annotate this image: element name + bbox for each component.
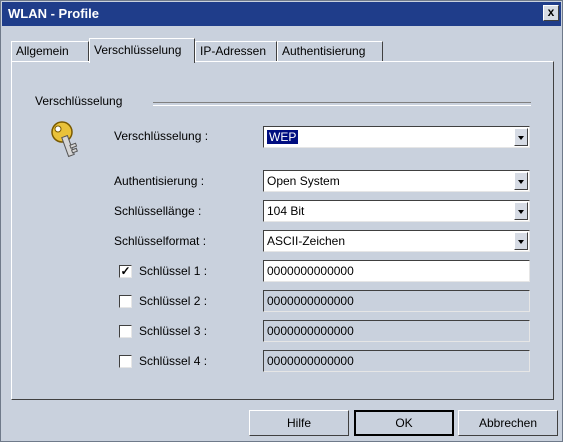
chevron-down-icon[interactable] [514,172,528,190]
key-4-checkbox[interactable] [119,355,132,368]
encryption-select[interactable]: WEP [263,126,530,148]
help-button-label: Hilfe [286,416,311,430]
tab-label: Allgemein [16,44,69,58]
ok-button[interactable]: OK [354,410,454,436]
key-format-value: ASCII-Zeichen [267,234,346,248]
key-4-label: Schlüssel 4 : [139,354,208,368]
key-icon [51,121,78,158]
key-format-label: Schlüsselformat : [114,234,207,248]
key-2-input: 0000000000000 [263,290,530,312]
key-3-label: Schlüssel 3 : [139,324,208,338]
key-3-value: 0000000000000 [267,324,354,338]
tab-verschluesselung[interactable]: Verschlüsselung [89,38,195,63]
tab-label: IP-Adressen [200,44,267,58]
chevron-down-icon[interactable] [514,232,528,250]
key-2-label: Schlüssel 2 : [139,294,208,308]
close-button[interactable]: x [543,5,559,21]
key-2-value: 0000000000000 [267,294,354,308]
key-length-value: 104 Bit [267,204,305,218]
encryption-label: Verschlüsselung : [114,129,209,143]
checkmark-icon: ✓ [120,264,131,278]
group-title: Verschlüsselung [35,94,123,108]
tab-ip-adressen[interactable]: IP-Adressen [195,41,277,61]
group-divider [153,102,531,106]
ok-button-label: OK [395,416,413,430]
cancel-button[interactable]: Abbrechen [458,410,558,436]
key-1-value: 0000000000000 [267,264,354,278]
authentication-select[interactable]: Open System [263,170,530,192]
authentication-value: Open System [267,174,340,188]
key-format-select[interactable]: ASCII-Zeichen [263,230,530,252]
chevron-down-icon[interactable] [514,202,528,220]
close-icon: x [547,5,555,19]
encryption-value: WEP [267,130,299,144]
chevron-down-icon[interactable] [514,128,528,146]
key-1-checkbox[interactable]: ✓ [119,265,132,278]
key-1-input[interactable]: 0000000000000 [263,260,530,282]
tab-allgemein[interactable]: Allgemein [11,41,89,61]
tab-label: Verschlüsselung [94,43,182,57]
key-length-select[interactable]: 104 Bit [263,200,530,222]
authentication-label: Authentisierung : [114,174,205,188]
key-3-input: 0000000000000 [263,320,530,342]
tab-authentisierung[interactable]: Authentisierung [277,41,383,61]
tab-label: Authentisierung [282,44,366,58]
key-length-label: Schlüssellänge : [114,204,202,218]
cancel-button-label: Abbrechen [478,416,538,430]
key-4-input: 0000000000000 [263,350,530,372]
key-3-checkbox[interactable] [119,325,132,338]
key-2-checkbox[interactable] [119,295,132,308]
window-title: WLAN - Profile [8,6,99,21]
title-bar[interactable]: WLAN - Profile x [2,2,561,26]
help-button[interactable]: Hilfe [249,410,349,436]
key-4-value: 0000000000000 [267,354,354,368]
key-1-label: Schlüssel 1 : [139,264,208,278]
wlan-profile-window: WLAN - Profile x Allgemein Verschlüsselu… [0,0,563,442]
